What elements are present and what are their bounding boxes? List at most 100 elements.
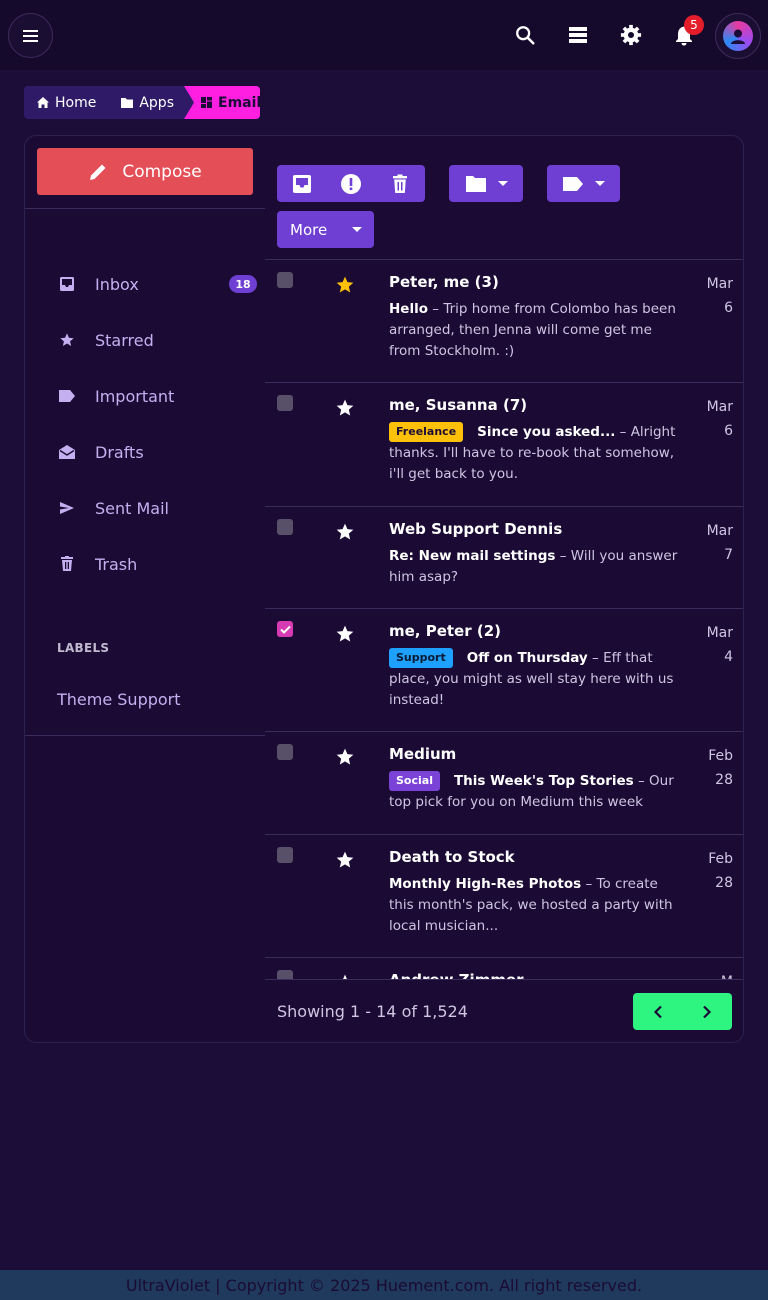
drafts-icon — [57, 444, 77, 460]
compose-button[interactable]: Compose — [37, 148, 253, 195]
copyright-text: UltraViolet | Copyright © 2025 Huement.c… — [125, 1275, 643, 1295]
email-row[interactable]: me, Peter (2) Support Off on Thursday – E… — [265, 609, 743, 732]
sidebar-item-starred[interactable]: Starred — [57, 328, 237, 352]
pencil-icon — [90, 164, 106, 180]
top-bar: 5 — [0, 0, 768, 70]
star-icon[interactable] — [335, 747, 355, 767]
email-sender: me, Susanna (7) — [389, 396, 528, 414]
email-snippet: Trip home from Colombo has been arranged… — [389, 301, 676, 359]
chevron-down-icon — [594, 181, 605, 186]
email-list: Peter, me (3) Hello – Trip home from Col… — [265, 260, 743, 980]
email-checkbox[interactable] — [277, 395, 293, 411]
email-date-day: 7 — [724, 547, 733, 563]
pagination-buttons — [633, 993, 732, 1030]
email-date-day: 28 — [715, 772, 733, 788]
chevron-down-icon — [497, 181, 508, 186]
breadcrumb-home[interactable]: Home — [24, 86, 96, 119]
email-date-day: 6 — [724, 423, 733, 439]
chevron-right-icon — [703, 1005, 712, 1018]
email-row[interactable]: Andrew Zimmer M — [265, 958, 743, 980]
tag-support[interactable]: Support — [389, 648, 453, 668]
breadcrumb-apps-label: Apps — [139, 94, 174, 111]
email-preview: Re: New mail settings – Will you answer … — [389, 548, 678, 585]
label-icon — [57, 389, 77, 403]
label-theme-support[interactable]: Theme Support — [57, 690, 181, 709]
email-sender: Web Support Dennis — [389, 520, 563, 538]
email-row[interactable]: Web Support Dennis Re: New mail settings… — [265, 507, 743, 609]
layers-button[interactable] — [565, 22, 591, 48]
email-date-month: Mar — [706, 276, 733, 292]
email-subject: This Week's Top Stories — [453, 773, 634, 789]
folder-icon — [465, 175, 486, 192]
tag-social[interactable]: Social — [389, 771, 440, 791]
user-avatar[interactable] — [715, 13, 761, 59]
compose-label: Compose — [122, 161, 202, 182]
email-checkbox[interactable] — [277, 847, 293, 863]
inbox-tray-icon — [292, 174, 311, 193]
settings-button[interactable] — [618, 22, 644, 48]
email-card: Compose Inbox 18 Starred Important Draft… — [24, 135, 744, 1043]
star-icon[interactable] — [335, 850, 355, 870]
email-preview: Monthly High-Res Photos – To create this… — [389, 876, 673, 934]
sidebar-item-sent-mail[interactable]: Sent Mail — [57, 496, 237, 520]
sidebar-item-drafts[interactable]: Drafts — [57, 440, 237, 464]
email-subject: Since you asked... — [477, 424, 616, 440]
email-checkbox[interactable] — [277, 744, 293, 760]
breadcrumb-apps[interactable]: Apps — [96, 86, 174, 119]
email-checkbox[interactable] — [277, 621, 293, 637]
star-icon[interactable] — [335, 275, 355, 295]
next-page-button[interactable] — [702, 1005, 712, 1019]
archive-button[interactable] — [277, 165, 326, 202]
delete-button[interactable] — [375, 165, 424, 202]
star-icon — [57, 332, 77, 348]
label-dropdown[interactable] — [547, 165, 620, 202]
email-sender: Death to Stock — [389, 848, 515, 866]
move-to-folder-dropdown[interactable] — [449, 165, 523, 202]
check-icon — [279, 625, 291, 634]
email-date-day: 28 — [715, 875, 733, 891]
send-icon — [57, 501, 77, 515]
email-date: Mar 4 — [693, 621, 733, 669]
search-button[interactable] — [512, 22, 538, 48]
email-sender: Medium — [389, 745, 457, 763]
email-preview: Social This Week's Top Stories – Our top … — [389, 771, 674, 810]
email-row[interactable]: Death to Stock Monthly High-Res Photos –… — [265, 835, 743, 958]
sidebar-item-trash[interactable]: Trash — [57, 552, 237, 576]
email-row[interactable]: Peter, me (3) Hello – Trip home from Col… — [265, 260, 743, 383]
more-label: More — [290, 220, 328, 239]
email-checkbox[interactable] — [277, 272, 293, 288]
chevron-down-icon — [352, 227, 362, 232]
sidebar-item-label: Sent Mail — [95, 498, 169, 518]
breadcrumb-email[interactable]: Email — [184, 86, 260, 119]
more-dropdown[interactable]: More — [277, 211, 374, 248]
tag-freelance[interactable]: Freelance — [389, 422, 464, 442]
folder-icon — [121, 97, 134, 108]
email-sender: me, Peter (2) — [389, 622, 502, 640]
sidebar-item-label: Starred — [95, 330, 154, 350]
email-date-day: 6 — [724, 300, 733, 316]
email-row[interactable]: me, Susanna (7) Freelance Since you asked… — [265, 383, 743, 507]
email-preview: Freelance Since you asked... – Alright th… — [389, 422, 676, 482]
star-icon[interactable] — [335, 624, 355, 644]
email-date-month: Mar — [706, 625, 733, 641]
menu-icon — [22, 29, 38, 42]
email-row[interactable]: Medium Social This Week's Top Stories – O… — [265, 732, 743, 835]
star-icon[interactable] — [335, 522, 355, 542]
sidebar-item-inbox[interactable]: Inbox 18 — [57, 272, 257, 296]
email-date-month: Mar — [706, 399, 733, 415]
previous-page-button[interactable] — [653, 1005, 663, 1019]
email-preview: Hello – Trip home from Colombo has been … — [389, 301, 676, 359]
email-checkbox[interactable] — [277, 519, 293, 535]
email-date: Mar 6 — [693, 272, 733, 320]
email-date: Feb 28 — [693, 847, 733, 895]
trash-icon — [392, 174, 407, 193]
page-footer: UltraViolet | Copyright © 2025 Huement.c… — [0, 1270, 768, 1300]
report-spam-button[interactable] — [326, 165, 375, 202]
pagination-bar: Showing 1 - 14 of 1,524 — [265, 979, 743, 1042]
email-date-month: Feb — [708, 851, 733, 867]
sidebar-item-label: Drafts — [95, 442, 144, 462]
star-icon[interactable] — [335, 398, 355, 418]
menu-button[interactable] — [8, 13, 53, 58]
sidebar-item-important[interactable]: Important — [57, 384, 237, 408]
sidebar-item-label: Trash — [95, 554, 138, 574]
